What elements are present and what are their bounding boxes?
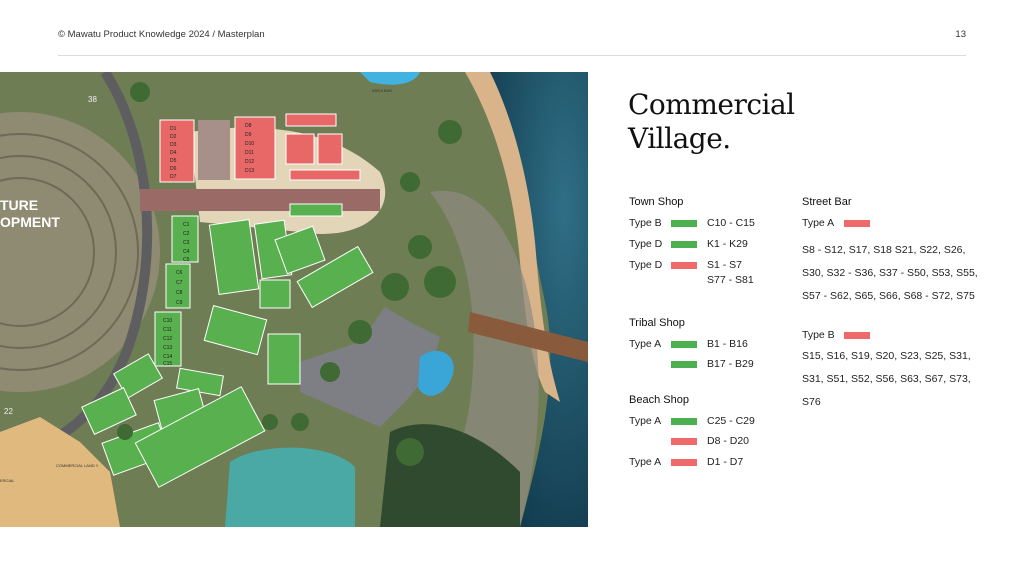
- unit-d2: D2: [170, 134, 177, 140]
- beach-shop-row-3: Type A D1 - D7: [629, 456, 743, 468]
- map-label-area-bar: AREA BAR: [372, 88, 392, 93]
- red-swatch: [671, 458, 697, 466]
- beach-shop-row-1: Type A C25 - C29: [629, 415, 755, 427]
- unit-c13: C13: [163, 345, 172, 351]
- page-number: 13: [955, 29, 966, 40]
- green-swatch: [671, 360, 697, 368]
- unit-d7: D7: [170, 174, 177, 180]
- unit-c9: C9: [176, 300, 183, 306]
- row-type-label: Type A: [629, 415, 662, 427]
- map-label-commercial-land: COMMERCIAL LAND Y: [56, 463, 99, 468]
- page-title-line2: Village.: [628, 122, 731, 155]
- red-swatch: [844, 219, 870, 227]
- red-units-block-b: D8 D9 D10 D11 D12 D13: [234, 116, 276, 180]
- town-shop-heading: Town Shop: [629, 196, 684, 208]
- header-divider: [58, 55, 966, 56]
- masterplan-map: D1 D2 D3 D4 D5 D6 D7 D8 D9 D10 D11 D12 D…: [0, 72, 588, 527]
- unit-c1: C1: [183, 222, 190, 228]
- unit-d13: D13: [245, 168, 254, 174]
- courtyard: [198, 120, 230, 180]
- unit-c8: C8: [176, 290, 183, 296]
- main-walkway: [140, 189, 380, 211]
- tribal-shop-row-2: B17 - B29: [629, 358, 754, 370]
- unit-range: D8 - D20: [707, 435, 750, 447]
- tribal-shop-row-1: Type A B1 - B16: [629, 338, 748, 350]
- red-swatch: [671, 261, 697, 269]
- street-bar-heading: Street Bar: [802, 196, 852, 208]
- unit-d6: D6: [170, 166, 177, 172]
- unit-d12: D12: [245, 159, 254, 165]
- map-label-ercial: ERCIAL: [0, 478, 15, 483]
- header-breadcrumb: © Mawatu Product Knowledge 2024 / Master…: [58, 29, 265, 40]
- town-shop-row-2: Type D K1 - K29: [629, 238, 748, 250]
- lagoon: [225, 447, 355, 527]
- unit-d11: D11: [245, 150, 254, 156]
- unit-d3: D3: [170, 142, 177, 148]
- unit-d4: D4: [170, 150, 177, 156]
- street-bar-type-b-units: S15, S16, S19, S20, S23, S25, S31, S31, …: [802, 350, 971, 408]
- row-type-label: Type B: [629, 217, 662, 229]
- street-bar-type-a-row: Type A: [802, 217, 880, 229]
- row-type-label: Type D: [629, 238, 663, 250]
- street-bar-type-a-units: S8 - S12, S17, S18 S21, S22, S26, S30, S…: [802, 244, 978, 302]
- unit-d1: D1: [170, 126, 177, 132]
- unit-d8: D8: [245, 123, 252, 129]
- unit-c12: C12: [163, 336, 172, 342]
- row-type-label: Type B: [802, 329, 835, 341]
- unit-c15: C15: [163, 361, 172, 367]
- town-shop-row-1: Type B C10 - C15: [629, 217, 755, 229]
- unit-c4: C4: [183, 249, 190, 255]
- red-units-block-a: D1 D2 D3 D4 D5 D6 D7: [159, 119, 195, 183]
- green-swatch: [671, 219, 697, 227]
- row-type-label: Type A: [802, 217, 835, 229]
- row-type-label: Type A: [629, 338, 662, 350]
- unit-range: B17 - B29: [707, 358, 754, 370]
- beach-shop-row-2: D8 - D20: [629, 435, 749, 447]
- unit-c10: C10: [163, 318, 172, 324]
- unit-c7: C7: [176, 280, 183, 286]
- unit-c2: C2: [183, 231, 190, 237]
- unit-range: D1 - D7: [707, 456, 744, 468]
- map-label-38: 38: [88, 95, 97, 104]
- unit-c6: C6: [176, 270, 183, 276]
- unit-d9: D9: [245, 132, 252, 138]
- unit-range: C10 - C15: [707, 217, 755, 229]
- row-type-label: Type D: [629, 259, 663, 271]
- unit-d10: D10: [245, 141, 254, 147]
- red-swatch: [844, 331, 870, 339]
- unit-range: K1 - K29: [707, 238, 748, 250]
- green-swatch: [671, 417, 697, 425]
- unit-c3: C3: [183, 240, 190, 246]
- green-swatch: [671, 240, 697, 248]
- masterplan-illustration: D1 D2 D3 D4 D5 D6 D7 D8 D9 D10 D11 D12 D…: [0, 72, 588, 527]
- row-type-label: Type A: [629, 456, 662, 468]
- unit-range: C25 - C29: [707, 415, 755, 427]
- unit-c11: C11: [163, 327, 172, 333]
- town-shop-row-3: Type D S1 - S7: [629, 259, 742, 271]
- map-label-development: OPMENT: [0, 214, 60, 230]
- unit-c14: C14: [163, 354, 172, 360]
- red-swatch: [671, 437, 697, 445]
- map-label-future: TURE: [0, 197, 38, 213]
- street-bar-type-b-row: Type B: [802, 329, 880, 341]
- unit-range: B1 - B16: [707, 338, 748, 350]
- tribal-shop-heading: Tribal Shop: [629, 317, 685, 329]
- unit-d5: D5: [170, 158, 177, 164]
- page-title-line1: Commercial: [628, 88, 795, 121]
- green-swatch: [671, 340, 697, 348]
- town-shop-extra-range: S77 - S81: [707, 274, 754, 286]
- map-label-22: 22: [4, 407, 13, 416]
- beach-shop-heading: Beach Shop: [629, 394, 689, 406]
- unit-range: S1 - S7: [707, 259, 743, 271]
- unit-c5: C5: [183, 257, 190, 263]
